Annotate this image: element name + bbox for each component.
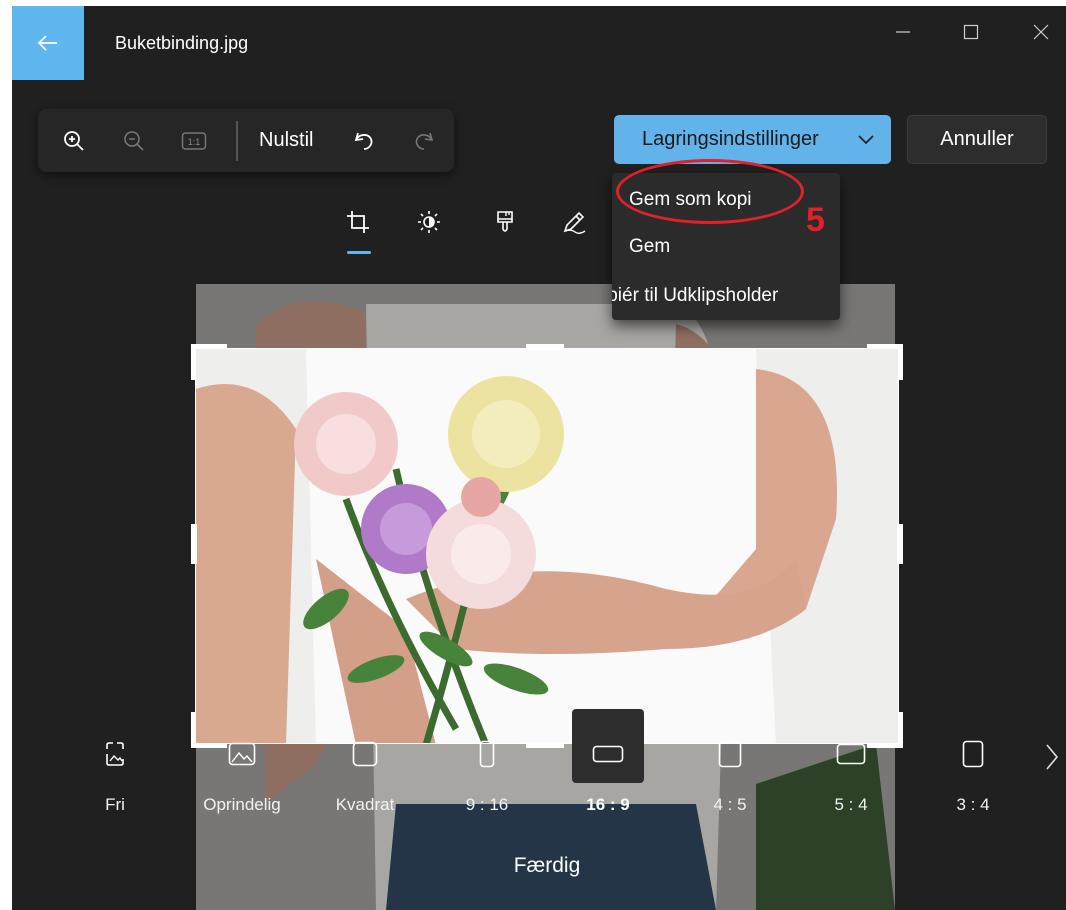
annotation-step-number: 5 bbox=[806, 201, 825, 239]
arrow-left-icon bbox=[37, 35, 57, 51]
crop-handle-top[interactable] bbox=[526, 344, 564, 350]
edit-toolbar: 1:1 Nulstil bbox=[38, 109, 454, 172]
ratio-3-4-icon bbox=[962, 740, 984, 768]
toolbar-divider bbox=[236, 121, 238, 161]
crop-preview-image bbox=[196, 349, 898, 743]
brightness-icon bbox=[418, 211, 440, 233]
free-ratio-icon bbox=[106, 742, 124, 766]
svg-text:1:1: 1:1 bbox=[188, 137, 201, 147]
cancel-button[interactable]: Annuller bbox=[907, 115, 1047, 164]
ratio-option-3-4[interactable]: 3 : 4 bbox=[925, 726, 1021, 836]
ratio-option-4-5[interactable]: 4 : 5 bbox=[682, 726, 778, 836]
ratio-label: 4 : 5 bbox=[713, 795, 747, 814]
crop-region[interactable] bbox=[195, 348, 899, 744]
zoom-in-icon bbox=[64, 131, 84, 151]
minimize-icon bbox=[896, 31, 910, 33]
tab-filter[interactable] bbox=[490, 207, 520, 237]
markup-pen-icon bbox=[563, 211, 586, 234]
ratio-option-9-16[interactable]: 9 : 16 bbox=[439, 726, 535, 836]
tab-adjust[interactable] bbox=[414, 207, 444, 237]
ratio-option-square[interactable]: Kvadrat bbox=[317, 726, 413, 836]
crop-corner-top-left[interactable] bbox=[191, 344, 227, 380]
close-button[interactable] bbox=[1026, 20, 1056, 44]
ratio-option-original[interactable]: Oprindelig bbox=[194, 726, 290, 836]
crop-corner-top-right[interactable] bbox=[867, 344, 903, 380]
done-button[interactable]: Færdig bbox=[492, 854, 602, 878]
ratio-label: 16 : 9 bbox=[586, 795, 630, 814]
ratio-option-free[interactable]: Fri bbox=[67, 726, 163, 836]
ratio-5-4-icon bbox=[836, 743, 866, 765]
crop-icon bbox=[347, 211, 369, 233]
original-ratio-icon bbox=[228, 742, 256, 766]
ratio-option-16-9[interactable]: 16 : 9 bbox=[560, 726, 656, 836]
maximize-button[interactable] bbox=[956, 20, 986, 44]
undo-button[interactable] bbox=[350, 127, 378, 155]
menu-item-label: Gem bbox=[629, 236, 671, 257]
redo-icon bbox=[415, 132, 434, 150]
close-icon bbox=[1033, 24, 1049, 40]
menu-item-copy-clipboard[interactable]: Kopiér til Udklipsholder bbox=[612, 274, 840, 318]
tab-markup[interactable] bbox=[559, 207, 589, 237]
tab-crop[interactable] bbox=[343, 207, 373, 237]
active-tab-indicator bbox=[347, 251, 371, 254]
window-title: Buketbinding.jpg bbox=[115, 33, 249, 53]
crop-handle-right[interactable] bbox=[897, 524, 903, 564]
ratio-label: 3 : 4 bbox=[956, 795, 990, 814]
photos-app-window: Buketbinding.jpg 1:1 Nulstil Lagringsind… bbox=[12, 6, 1066, 910]
menu-item-label: Kopiér til Udklipsholder bbox=[612, 285, 779, 306]
actual-size-icon: 1:1 bbox=[181, 132, 207, 150]
ratio-scroll-next-button[interactable] bbox=[1042, 741, 1062, 773]
save-options-button[interactable]: Lagringsindstillinger bbox=[614, 115, 891, 164]
square-ratio-icon bbox=[352, 741, 378, 767]
zoom-out-button[interactable] bbox=[120, 127, 148, 155]
zoom-out-icon bbox=[124, 131, 144, 151]
actual-size-button[interactable]: 1:1 bbox=[180, 127, 208, 155]
ratio-16-9-icon bbox=[592, 745, 624, 763]
ratio-label: Oprindelig bbox=[203, 795, 281, 814]
filter-brush-icon bbox=[497, 211, 513, 232]
zoom-in-button[interactable] bbox=[60, 127, 88, 155]
ratio-label: Fri bbox=[105, 795, 125, 814]
ratio-label: Kvadrat bbox=[335, 795, 395, 814]
back-button[interactable] bbox=[12, 6, 84, 80]
crop-handle-left[interactable] bbox=[191, 524, 197, 564]
reset-button[interactable]: Nulstil bbox=[259, 129, 313, 152]
save-options-label: Lagringsindstillinger bbox=[642, 128, 819, 150]
ratio-4-5-icon bbox=[718, 740, 742, 768]
ratio-label: 9 : 16 bbox=[465, 795, 509, 814]
minimize-button[interactable] bbox=[888, 20, 918, 44]
maximize-icon bbox=[963, 24, 979, 40]
ratio-label: 5 : 4 bbox=[834, 795, 868, 814]
undo-icon bbox=[354, 132, 373, 150]
ratio-option-5-4[interactable]: 5 : 4 bbox=[803, 726, 899, 836]
chevron-down-icon bbox=[858, 135, 874, 145]
redo-button[interactable] bbox=[410, 127, 438, 155]
annotation-circle bbox=[616, 159, 804, 224]
chevron-right-icon bbox=[1046, 744, 1059, 770]
ratio-9-16-icon bbox=[479, 740, 495, 768]
